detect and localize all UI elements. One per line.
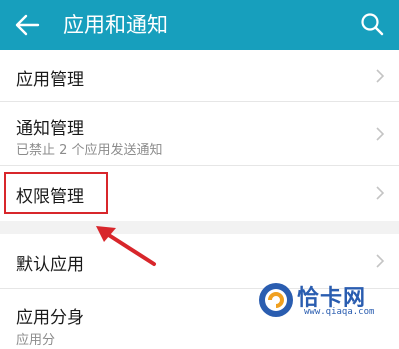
watermark-url: www.qiaqa.com [304,307,375,317]
list-item-label: 应用分身 [16,308,84,328]
list-item-label: 应用管理 [16,70,84,90]
list-item-notification-management[interactable]: 通知管理 已禁止 2 个应用发送通知 [0,102,399,166]
back-arrow-icon[interactable] [14,13,40,37]
chevron-right-icon [376,186,385,200]
chevron-right-icon [376,127,385,141]
section-divider [0,221,399,234]
list-item-subtitle: 应用分 [16,333,56,348]
search-icon[interactable] [359,11,385,37]
app-bar: 应用和通知 [0,0,399,50]
pointer-arrow-icon [96,226,156,266]
page-title: 应用和通知 [63,13,168,37]
list-item-app-management[interactable]: 应用管理 [0,50,399,102]
highlight-box [4,172,108,214]
chevron-right-icon [376,254,385,268]
list-item-label: 通知管理 [16,119,84,139]
list-item-subtitle: 已禁止 2 个应用发送通知 [16,143,163,158]
list-item-label: 默认应用 [16,255,84,275]
chevron-right-icon [376,69,385,83]
